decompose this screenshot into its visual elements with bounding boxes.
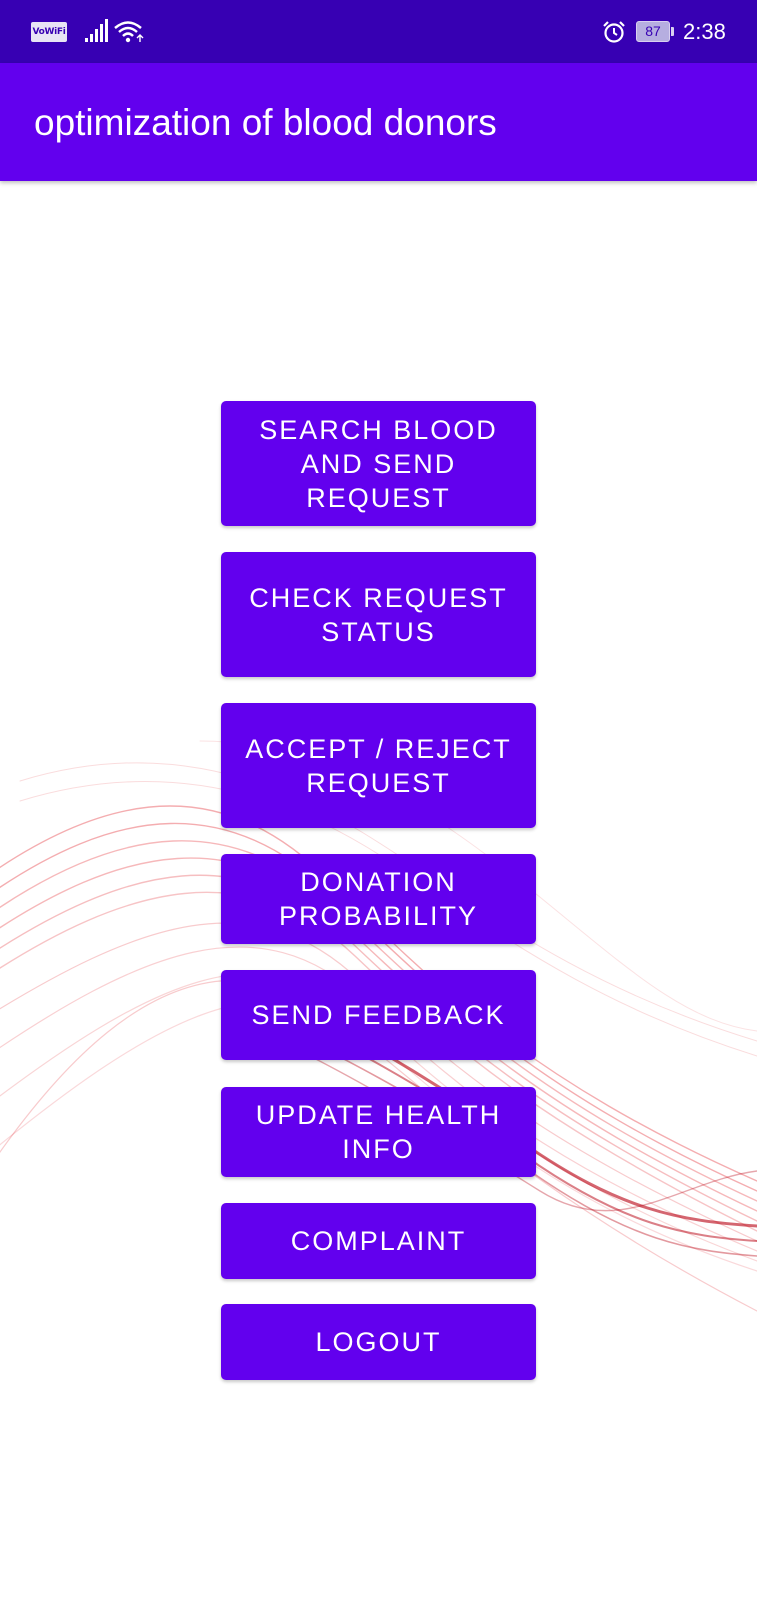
send-feedback-button-label: SEND FEEDBACK bbox=[251, 1000, 506, 1030]
main-content: SEARCH BLOOD AND SEND REQUEST CHECK REQU… bbox=[0, 181, 757, 1600]
complaint-button-label: COMPLAINT bbox=[290, 1226, 467, 1256]
alarm-icon bbox=[603, 21, 625, 43]
send-feedback-button[interactable]: SEND FEEDBACK bbox=[221, 970, 536, 1060]
donation-probability-button-label: DONATION PROBABILITY bbox=[278, 867, 479, 931]
search-blood-button[interactable]: SEARCH BLOOD AND SEND REQUEST bbox=[221, 401, 536, 526]
accept-reject-request-button-label: ACCEPT / REJECT REQUEST bbox=[245, 733, 512, 798]
vowifi-badge: VoWiFi bbox=[31, 22, 67, 42]
accept-reject-request-button[interactable]: ACCEPT / REJECT REQUEST bbox=[221, 703, 536, 828]
signal-icon bbox=[85, 19, 108, 42]
logout-button[interactable]: LOGOUT bbox=[221, 1304, 536, 1380]
battery-icon: 87 bbox=[636, 21, 674, 42]
status-bar: VoWiFi 87 2:38 bbox=[0, 0, 757, 63]
battery-level: 87 bbox=[636, 21, 670, 42]
app-title: optimization of blood donors bbox=[34, 102, 497, 143]
status-clock: 2:38 bbox=[683, 19, 726, 44]
check-request-status-button[interactable]: CHECK REQUEST STATUS bbox=[221, 552, 536, 677]
update-health-info-button-label: UPDATE HEALTH INFO bbox=[255, 1100, 502, 1164]
app-bar: optimization of blood donors bbox=[0, 63, 757, 181]
update-health-info-button[interactable]: UPDATE HEALTH INFO bbox=[221, 1087, 536, 1177]
logout-button-label: LOGOUT bbox=[315, 1327, 442, 1357]
donation-probability-button[interactable]: DONATION PROBABILITY bbox=[221, 854, 536, 944]
search-blood-button-label: SEARCH BLOOD AND SEND REQUEST bbox=[259, 414, 498, 513]
battery-tip bbox=[671, 27, 674, 36]
wifi-icon bbox=[114, 21, 144, 43]
check-request-status-button-label: CHECK REQUEST STATUS bbox=[249, 582, 508, 647]
complaint-button[interactable]: COMPLAINT bbox=[221, 1203, 536, 1279]
